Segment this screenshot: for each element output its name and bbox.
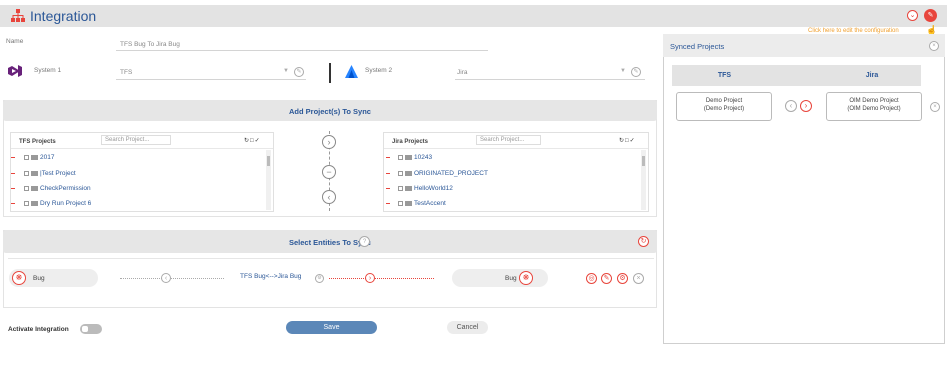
name-input[interactable]: TFS Bug To Jira Bug xyxy=(120,41,180,48)
activate-toggle[interactable] xyxy=(80,324,102,334)
tree-dash xyxy=(386,157,390,158)
tree-dash xyxy=(386,188,390,189)
synced-left-project-sub: (Demo Project) xyxy=(703,106,745,112)
list-item[interactable]: 2017 xyxy=(24,154,54,161)
remove-icon[interactable]: − xyxy=(322,165,336,179)
add-projects-title: Add Project(s) To Sync xyxy=(289,107,371,116)
arrow-right-icon[interactable]: › xyxy=(800,100,812,112)
synced-left-project-name: Demo Project xyxy=(705,98,743,104)
move-left-icon[interactable]: ‹ xyxy=(322,190,336,204)
system-divider xyxy=(329,63,331,83)
jira-search-input[interactable]: Search Project... xyxy=(476,135,541,145)
bug-icon: ❋ xyxy=(519,271,533,285)
edit-system1-icon[interactable]: ✎ xyxy=(294,67,304,77)
edit-system2-icon[interactable]: ✎ xyxy=(631,67,641,77)
list-divider xyxy=(384,148,648,149)
tfs-scrollbar[interactable] xyxy=(266,150,271,210)
refresh-icon[interactable]: ↻ xyxy=(638,236,649,247)
list-item[interactable]: CheckPermission xyxy=(24,185,91,192)
move-right-icon[interactable]: › xyxy=(322,135,336,149)
close-icon[interactable]: × xyxy=(929,41,939,51)
system1-label: System 1 xyxy=(34,67,62,74)
activate-label: Activate Integration xyxy=(8,326,69,333)
mapping-label: TFS Bug<-->Jira Bug xyxy=(240,273,302,280)
jira-scrollbar[interactable] xyxy=(641,150,646,210)
help-icon[interactable]: ? xyxy=(359,236,370,247)
synced-left-project[interactable]: Demo Project (Demo Project) xyxy=(676,92,772,121)
synced-col-right: Jira xyxy=(865,72,879,79)
synced-col-left: TFS xyxy=(717,72,732,79)
cancel-button[interactable]: Cancel xyxy=(447,321,488,334)
synced-right-project-sub: (OIM Demo Project) xyxy=(847,106,901,112)
arrow-left-icon[interactable]: ‹ xyxy=(785,100,797,112)
tree-dash xyxy=(11,188,15,189)
system2-underline xyxy=(455,79,645,80)
list-tools-icon[interactable]: ↻□✓ xyxy=(244,137,261,144)
tree-dash xyxy=(386,203,390,204)
chevron-down-icon[interactable]: ▼ xyxy=(283,68,289,74)
name-underline xyxy=(116,50,488,51)
bug-icon: ❋ xyxy=(12,271,26,285)
jira-projects-header: Jira Projects xyxy=(392,139,429,145)
left-entity-label: Bug xyxy=(33,275,45,282)
system1-select[interactable]: TFS xyxy=(120,69,132,76)
list-item[interactable]: |Test Project xyxy=(24,170,76,177)
right-entity-label: Bug xyxy=(505,275,517,282)
tfs-search-input[interactable]: Search Project... xyxy=(101,135,171,145)
mapping-line xyxy=(120,278,224,279)
name-label: Name xyxy=(6,38,24,45)
list-item[interactable]: TestAccent xyxy=(398,200,446,207)
tfs-projects-header: TFS Projects xyxy=(19,139,56,145)
integration-icon xyxy=(11,9,25,24)
edit-icon[interactable]: ✎ xyxy=(924,9,937,22)
arrow-left-icon[interactable]: ‹ xyxy=(161,273,171,283)
list-item[interactable]: ORIGINATED_PROJECT xyxy=(398,170,488,177)
entities-title: Select Entities To Sync xyxy=(289,238,371,247)
synced-right-project[interactable]: OIM Demo Project (OIM Demo Project) xyxy=(826,92,922,121)
list-tools-icon[interactable]: ↻□✓ xyxy=(619,137,636,144)
list-divider xyxy=(11,148,273,149)
tree-dash xyxy=(11,157,15,158)
pencil-icon[interactable]: ✎ xyxy=(601,273,612,284)
page-title: Integration xyxy=(30,8,97,24)
list-item[interactable]: Dry Run Project 6 xyxy=(24,200,91,207)
right-entity-pill[interactable] xyxy=(452,269,548,287)
mapping-line xyxy=(329,278,434,279)
system2-select[interactable]: Jira xyxy=(457,69,467,76)
tfs-logo-icon xyxy=(8,65,22,79)
synced-title: Synced Projects xyxy=(670,42,725,51)
settings-icon[interactable]: ⚙ xyxy=(617,273,628,284)
remove-sync-icon[interactable]: × xyxy=(930,102,940,112)
tree-dash xyxy=(11,173,15,174)
delete-icon[interactable]: × xyxy=(633,273,644,284)
arrow-right-icon[interactable]: › xyxy=(365,273,375,283)
tree-dash xyxy=(11,203,15,204)
target-icon[interactable]: ◎ xyxy=(586,273,597,284)
collapse-icon[interactable]: ⌄ xyxy=(907,10,918,21)
chevron-down-icon[interactable]: ▼ xyxy=(620,68,626,74)
synced-right-project-name: OIM Demo Project xyxy=(849,98,899,104)
tree-dash xyxy=(386,173,390,174)
system2-label: System 2 xyxy=(365,67,393,74)
jira-logo-icon xyxy=(345,65,358,80)
list-item[interactable]: HelloWorld12 xyxy=(398,185,453,192)
header-bar: Integration ⌄ ✎ xyxy=(0,5,947,27)
list-item[interactable]: 10243 xyxy=(398,154,432,161)
mapping-settings-icon[interactable]: ⚙ xyxy=(315,274,324,283)
entities-divider xyxy=(8,258,654,259)
save-button[interactable]: Save xyxy=(286,321,377,334)
system1-underline xyxy=(116,79,306,80)
